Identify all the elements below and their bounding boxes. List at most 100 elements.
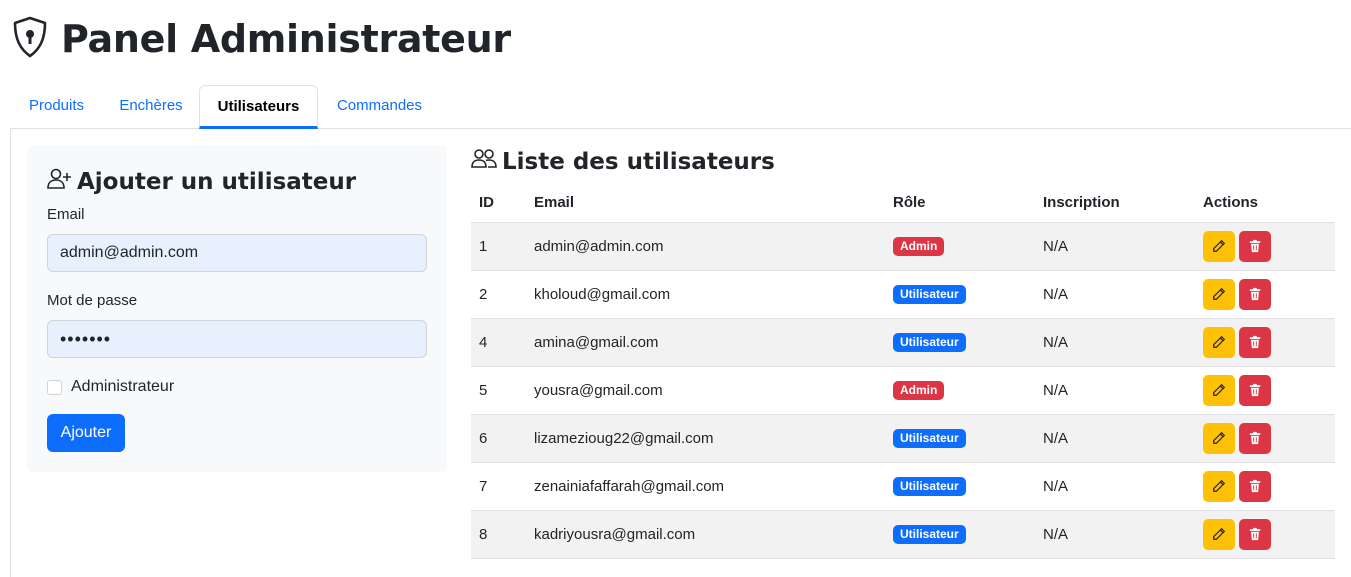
trash-icon (1248, 335, 1262, 353)
table-header-row: ID Email Rôle Inscription Actions (471, 183, 1335, 223)
role-badge: Admin (893, 380, 945, 400)
pencil-icon (1212, 383, 1226, 401)
edit-user-button[interactable] (1203, 422, 1235, 454)
user-role-cell: Utilisateur (885, 318, 1035, 367)
delete-user-button[interactable] (1239, 230, 1271, 262)
role-badge: Utilisateur (893, 524, 966, 544)
user-list-title: Liste des utilisateurs (471, 147, 775, 177)
column-header-email: Email (526, 183, 885, 223)
user-actions-cell (1195, 414, 1335, 463)
user-role-cell: Admin (885, 366, 1035, 415)
role-badge: Utilisateur (893, 476, 966, 496)
user-inscription-cell: N/A (1035, 510, 1195, 559)
table-row: 2 kholoud@gmail.com Utilisateur N/A (471, 270, 1335, 319)
add-user-title: Ajouter un utilisateur (46, 167, 356, 197)
tab-produits[interactable]: Produits (10, 85, 103, 129)
trash-icon (1248, 527, 1262, 545)
content-border (10, 129, 11, 577)
user-id-cell: 2 (471, 270, 526, 319)
email-label: Email (47, 206, 85, 223)
pencil-icon (1212, 287, 1226, 305)
add-user-card: Ajouter un utilisateur Email admin@admin… (27, 145, 447, 472)
edit-user-button[interactable] (1203, 374, 1235, 406)
pencil-icon (1212, 239, 1226, 257)
tab-encheres[interactable]: Enchères (103, 85, 199, 129)
user-email-cell: kadriyousra@gmail.com (526, 510, 885, 559)
user-id-cell: 4 (471, 318, 526, 367)
user-actions-cell (1195, 270, 1335, 319)
user-inscription-cell: N/A (1035, 270, 1195, 319)
tab-utilisateurs[interactable]: Utilisateurs (199, 85, 318, 129)
user-role-cell: Utilisateur (885, 462, 1035, 511)
tab-commandes[interactable]: Commandes (318, 85, 441, 129)
pencil-icon (1212, 527, 1226, 545)
tab-bar: Produits Enchères Utilisateurs Commandes (10, 85, 1351, 129)
pencil-icon (1212, 431, 1226, 449)
user-id-cell: 8 (471, 510, 526, 559)
role-badge: Utilisateur (893, 284, 966, 304)
user-role-cell: Utilisateur (885, 270, 1035, 319)
user-email-cell: yousra@gmail.com (526, 366, 885, 415)
user-role-cell: Utilisateur (885, 510, 1035, 559)
user-id-cell: 1 (471, 222, 526, 271)
user-email-cell: zenainiafaffarah@gmail.com (526, 462, 885, 511)
user-actions-cell (1195, 222, 1335, 271)
table-row: 6 lizamezioug22@gmail.com Utilisateur N/A (471, 414, 1335, 463)
page-header: Panel Administrateur (11, 14, 511, 64)
table-row: 1 admin@admin.com Admin N/A (471, 222, 1335, 271)
people-icon (471, 147, 502, 177)
password-label: Mot de passe (47, 292, 138, 309)
edit-user-button[interactable] (1203, 278, 1235, 310)
edit-user-button[interactable] (1203, 470, 1235, 502)
admin-checkbox-label: Administrateur (71, 378, 175, 395)
user-email-cell: lizamezioug22@gmail.com (526, 414, 885, 463)
admin-checkbox-row[interactable]: Administrateur (47, 378, 174, 396)
table-row: 8 kadriyousra@gmail.com Utilisateur N/A (471, 510, 1335, 559)
delete-user-button[interactable] (1239, 326, 1271, 358)
add-user-title-text: Ajouter un utilisateur (77, 169, 357, 195)
user-email-cell: amina@gmail.com (526, 318, 885, 367)
pencil-icon (1212, 335, 1226, 353)
delete-user-button[interactable] (1239, 374, 1271, 406)
edit-user-button[interactable] (1203, 518, 1235, 550)
user-inscription-cell: N/A (1035, 366, 1195, 415)
delete-user-button[interactable] (1239, 278, 1271, 310)
user-actions-cell (1195, 510, 1335, 559)
delete-user-button[interactable] (1239, 470, 1271, 502)
password-field[interactable]: ••••••• (47, 320, 427, 358)
delete-user-button[interactable] (1239, 422, 1271, 454)
person-plus-icon (46, 167, 77, 197)
table-row: 4 amina@gmail.com Utilisateur N/A (471, 318, 1335, 367)
users-table: ID Email Rôle Inscription Actions 1 admin… (471, 183, 1335, 559)
user-id-cell: 5 (471, 366, 526, 415)
column-header-id: ID (471, 183, 526, 223)
user-inscription-cell: N/A (1035, 414, 1195, 463)
column-header-role: Rôle (885, 183, 1035, 223)
user-role-cell: Utilisateur (885, 414, 1035, 463)
trash-icon (1248, 383, 1262, 401)
role-badge: Utilisateur (893, 332, 966, 352)
edit-user-button[interactable] (1203, 326, 1235, 358)
table-row: 5 yousra@gmail.com Admin N/A (471, 366, 1335, 415)
admin-checkbox[interactable] (47, 379, 62, 395)
user-id-cell: 6 (471, 414, 526, 463)
trash-icon (1248, 239, 1262, 257)
edit-user-button[interactable] (1203, 230, 1235, 262)
user-id-cell: 7 (471, 462, 526, 511)
column-header-inscription: Inscription (1035, 183, 1195, 223)
add-user-button[interactable]: Ajouter (47, 414, 125, 452)
user-list-title-text: Liste des utilisateurs (502, 149, 775, 175)
role-badge: Utilisateur (893, 428, 966, 448)
shield-lock-icon (11, 15, 49, 64)
user-email-cell: admin@admin.com (526, 222, 885, 271)
table-row: 7 zenainiafaffarah@gmail.com Utilisateur N/… (471, 462, 1335, 511)
trash-icon (1248, 431, 1262, 449)
delete-user-button[interactable] (1239, 518, 1271, 550)
user-actions-cell (1195, 318, 1335, 367)
user-inscription-cell: N/A (1035, 462, 1195, 511)
page-title: Panel Administrateur (61, 17, 511, 61)
role-badge: Admin (893, 236, 945, 256)
user-inscription-cell: N/A (1035, 222, 1195, 271)
user-actions-cell (1195, 366, 1335, 415)
email-field[interactable]: admin@admin.com (47, 234, 427, 272)
